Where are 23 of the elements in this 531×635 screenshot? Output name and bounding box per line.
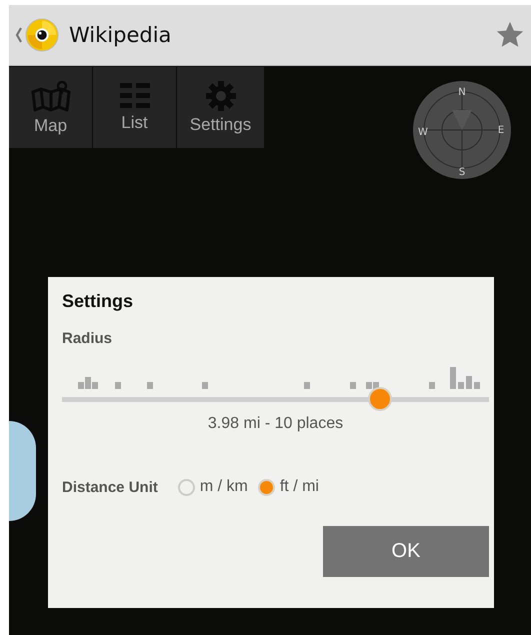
back-chevron-icon[interactable] [15, 27, 23, 43]
dialog-title: Settings [62, 291, 134, 312]
radio-label[interactable]: m / km [200, 478, 248, 496]
compass-letter: W [418, 127, 428, 138]
slider-thumb[interactable] [368, 387, 392, 411]
radio-circle[interactable] [178, 478, 195, 496]
logo-icon [25, 18, 59, 52]
compass-letter: S [458, 167, 466, 178]
list-icon [120, 82, 150, 108]
app-title: Wikipedia [69, 23, 172, 47]
radius-reading: 3.98 mi - 10 places [208, 415, 344, 433]
toolbar-button[interactable]: List [93, 67, 176, 148]
radio-label[interactable]: ft / mi [280, 478, 319, 496]
radio-circle[interactable] [258, 478, 275, 496]
map-icon [30, 80, 70, 112]
compass-letter: N [458, 87, 466, 98]
drawer-handle[interactable] [9, 421, 36, 521]
toolbar-button[interactable]: Settings [177, 67, 264, 148]
distance-unit-label: Distance Unit [62, 478, 158, 496]
compass-letter: E [498, 125, 504, 136]
toolbar-button[interactable]: Map [9, 67, 92, 148]
radius-label: Radius [62, 330, 114, 347]
ok-button[interactable]: OK [323, 526, 489, 577]
